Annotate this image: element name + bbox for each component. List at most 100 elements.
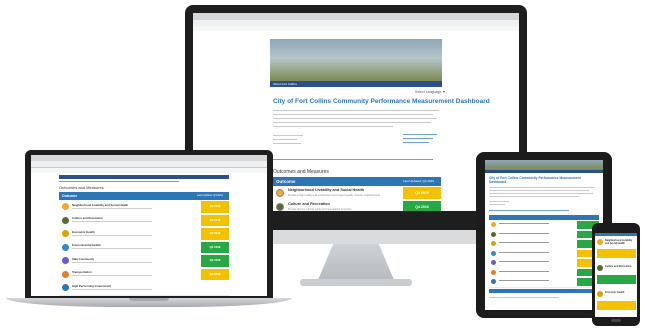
laptop-outcome-row[interactable]: Culture and Recreation Q4 2019	[59, 213, 229, 228]
tablet-outcome-row[interactable]	[489, 277, 599, 288]
laptop-nav-bar	[59, 175, 229, 179]
laptop-outcome-row[interactable]: Transportation Q4 2019	[59, 267, 229, 282]
tablet-text-line	[489, 193, 593, 195]
laptop-opening-notch	[129, 298, 169, 301]
laptop-status-badge[interactable]: Q4 2019	[201, 214, 229, 226]
related-link[interactable]	[403, 142, 429, 144]
laptop-status-badge[interactable]: Q4 2019	[201, 228, 229, 240]
tablet-outcome-label[interactable]	[499, 223, 549, 225]
tablet-outcome-label[interactable]	[499, 270, 549, 272]
nav-link-about[interactable]: About Fort Collins	[273, 82, 297, 86]
tablet-page-title: City of Fort Collins Community Performan…	[489, 176, 581, 184]
laptop-outcome-label[interactable]: Safe Community	[72, 257, 94, 261]
laptop-status-badge[interactable]	[201, 282, 229, 294]
outcome-row[interactable]: Culture and Recreation Provide diverse cu…	[273, 200, 441, 211]
browser-tab-bar[interactable]	[193, 13, 519, 20]
tablet-outcome-icon	[491, 250, 496, 256]
tablet-outcome-label[interactable]	[499, 232, 549, 234]
phone-outcome-icon	[597, 265, 603, 271]
laptop-bookmarks-bar	[31, 168, 267, 173]
related-link[interactable]	[403, 134, 437, 136]
laptop-outcome-icon	[62, 270, 69, 278]
tablet-text-line	[489, 196, 579, 198]
laptop-outcome-label[interactable]: Culture and Recreation	[72, 216, 103, 220]
laptop-outcome-label[interactable]: High Performing Government	[72, 284, 111, 288]
tablet-outcome-icon	[491, 279, 496, 284]
laptop-outcome-label[interactable]: Environmental Health	[72, 243, 101, 247]
outcome-label[interactable]: Neighborhood Livability and Social Healt…	[288, 188, 364, 192]
last-updated-label: Last Updated: Q4 2019	[403, 179, 435, 183]
monitor-base	[300, 279, 412, 286]
laptop-outcome-row[interactable]: Environmental Health Q4 2019	[59, 240, 229, 255]
intro-text-line	[273, 118, 437, 120]
contact-text-line	[273, 143, 301, 145]
laptop-outcome-icon	[62, 216, 69, 224]
tablet-nav-bar	[485, 170, 603, 173]
phone-outcome-row[interactable]: Economic Health	[596, 290, 636, 315]
laptop-outcome-row[interactable]: Safe Community Q4 2019	[59, 254, 229, 269]
tablet-outcome-label[interactable]	[499, 242, 549, 244]
laptop-outcome-description	[72, 248, 152, 249]
intro-text-line	[273, 110, 439, 112]
tablet-footer-text	[489, 297, 559, 299]
intro-text-line	[273, 126, 393, 128]
phone-outcome-row[interactable]: Culture and Recreation	[596, 264, 636, 289]
phone-outcome-label[interactable]: Neighborhood Livability and Social Healt…	[605, 239, 636, 245]
laptop-status-badge[interactable]: Q4 2019	[201, 255, 229, 267]
phone-home-button[interactable]	[611, 319, 621, 322]
phone-outcome-label[interactable]: Economic Health	[605, 291, 636, 294]
laptop-outcome-icon	[62, 257, 69, 264]
tablet-outcome-label[interactable]	[499, 261, 549, 263]
tablet-outcome-label[interactable]	[499, 251, 549, 253]
laptop-jump-links[interactable]	[59, 181, 179, 182]
laptop-outcome-description	[72, 275, 152, 276]
laptop-outcome-label[interactable]: Neighborhood Livability and Social Healt…	[72, 203, 128, 207]
laptop-outcome-description	[72, 221, 152, 222]
phone-outcome-row[interactable]: Neighborhood Livability and Social Healt…	[596, 238, 636, 263]
phone-status-badge[interactable]	[597, 275, 636, 284]
related-link[interactable]	[403, 138, 433, 140]
laptop-outcome-label[interactable]: Transportation	[72, 270, 92, 274]
page-title: City of Fort Collins Community Performan…	[273, 98, 490, 105]
outcome-description: Provide diverse cultural, parks and recr…	[288, 207, 353, 211]
outcome-label[interactable]: Culture and Recreation	[288, 202, 330, 206]
laptop-outcome-icon	[62, 230, 69, 237]
laptop-last-updated: Last Updated: Q4 2019	[197, 194, 223, 197]
phone-outcome-icon	[597, 239, 603, 245]
intro-text-line	[273, 114, 433, 116]
laptop-status-badge[interactable]: Q4 2019	[201, 268, 229, 280]
tablet-outcome-label[interactable]	[499, 280, 549, 282]
phone-status-badge[interactable]	[597, 301, 636, 310]
laptop-address-bar[interactable]	[31, 161, 267, 168]
laptop-outcome-icon	[62, 284, 69, 291]
laptop-outcome-label[interactable]: Economic Health	[72, 230, 95, 234]
tablet-text-line	[489, 201, 509, 203]
outcome-icon	[276, 203, 284, 211]
laptop-outcome-row[interactable]: Neighborhood Livability and Social Healt…	[59, 200, 229, 215]
laptop-screen: Outcomes and Measures Outcome Last Updat…	[31, 155, 267, 296]
jump-links[interactable]	[273, 159, 433, 161]
tablet-jump-links[interactable]	[489, 210, 569, 211]
status-badge[interactable]: Q4 2019	[403, 187, 441, 199]
monitor-stand	[318, 244, 394, 280]
laptop-outcome-description	[72, 234, 152, 236]
tablet-footer-bar	[489, 289, 599, 293]
phone-outcome-label[interactable]: Culture and Recreation	[605, 265, 636, 268]
laptop-status-badge[interactable]: Q4 2019	[201, 241, 229, 253]
tablet-outcome-icon	[491, 269, 496, 275]
contact-text-line	[273, 135, 303, 137]
laptop-outcome-row[interactable]: Economic Health Q4 2019	[59, 227, 229, 242]
language-select[interactable]: Select Language ▼	[415, 90, 446, 94]
tablet-outcome-icon	[491, 260, 496, 265]
tablet-banner-image	[485, 160, 603, 170]
phone-outcome-icon	[597, 291, 603, 297]
outcome-row[interactable]: Neighborhood Livability and Social Healt…	[273, 186, 441, 201]
laptop-outcome-description	[72, 261, 152, 263]
phone-screen: Neighborhood Livability and Social Healt…	[595, 233, 637, 317]
laptop-status-badge[interactable]: Q4 2019	[201, 201, 229, 213]
intro-text-line	[273, 122, 431, 124]
outcome-column-label: Outcome	[276, 178, 296, 184]
phone-status-badge[interactable]	[597, 249, 636, 258]
laptop-outcome-row[interactable]: High Performing Government	[59, 281, 229, 296]
status-badge[interactable]: Q4 2019	[403, 201, 441, 211]
